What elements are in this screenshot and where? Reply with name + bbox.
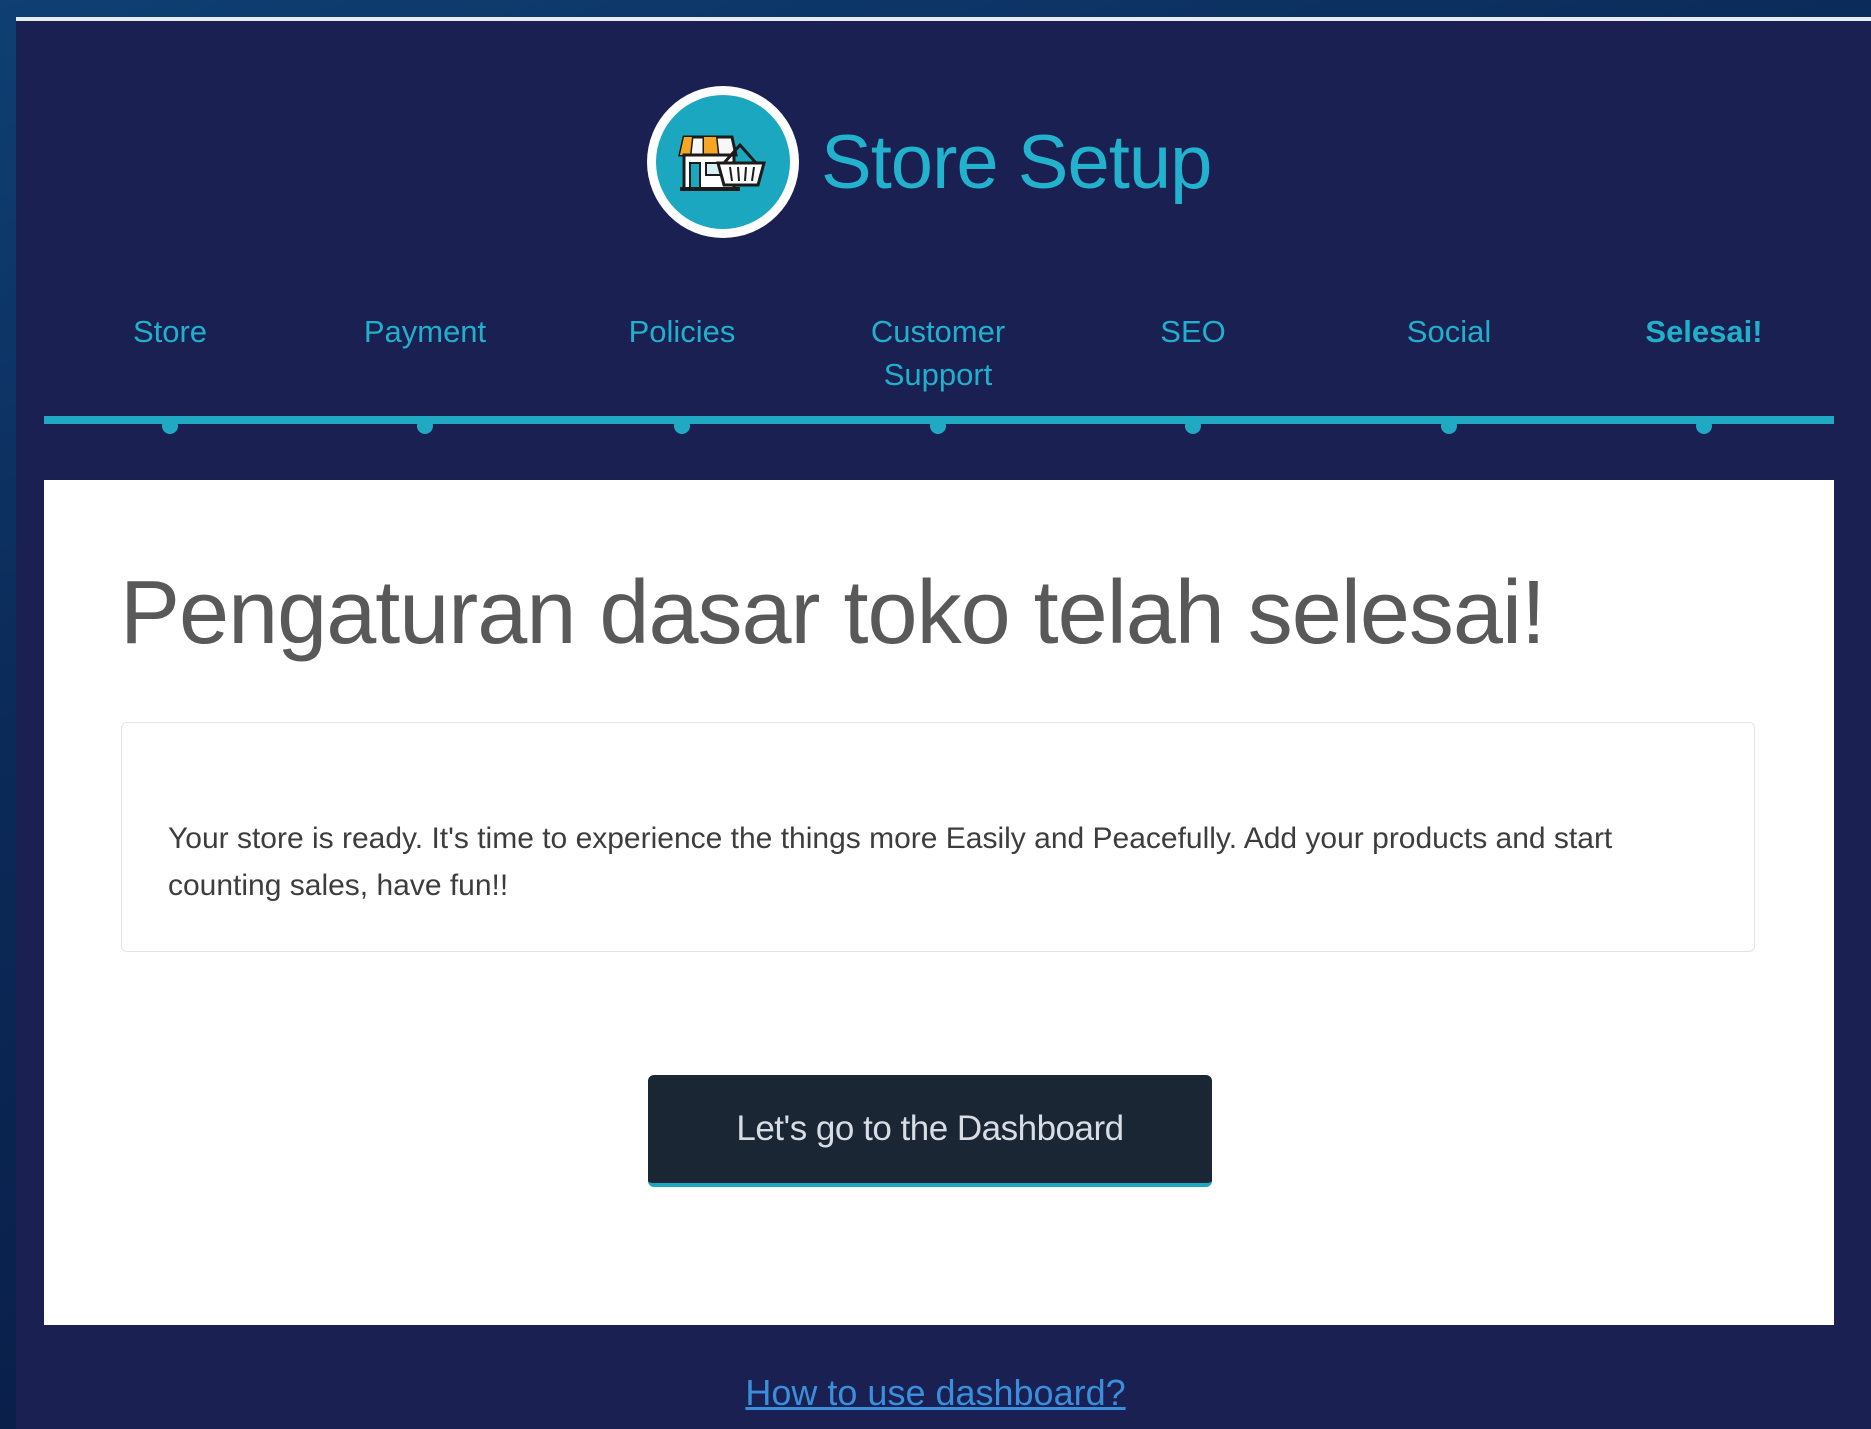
- step-dot: [1441, 418, 1457, 434]
- ready-message: Your store is ready. It's time to experi…: [168, 822, 1613, 902]
- setup-stepper: Store Payment Policies Customer Support …: [44, 310, 1834, 400]
- how-to-use-dashboard-link[interactable]: How to use dashboard?: [0, 1372, 1871, 1414]
- step-dot: [674, 418, 690, 434]
- page-title: Store Setup: [821, 119, 1212, 205]
- completion-heading: Pengaturan dasar toko telah selesai!: [120, 563, 1546, 663]
- go-to-dashboard-button[interactable]: Let's go to the Dashboard: [648, 1075, 1212, 1187]
- brand-header: Store Setup: [647, 80, 1212, 244]
- step-customer-support[interactable]: Customer Support: [828, 310, 1048, 396]
- step-policies[interactable]: Policies: [572, 310, 792, 353]
- step-payment[interactable]: Payment: [315, 310, 535, 353]
- step-dot: [162, 418, 178, 434]
- step-seo[interactable]: SEO: [1083, 310, 1303, 353]
- step-dot: [1185, 418, 1201, 434]
- step-store[interactable]: Store: [60, 310, 280, 353]
- message-box: Your store is ready. It's time to experi…: [121, 722, 1755, 952]
- store-basket-icon: [656, 95, 790, 229]
- step-dot: [930, 418, 946, 434]
- step-dot: [417, 418, 433, 434]
- store-logo: [647, 86, 799, 238]
- step-dot: [1696, 418, 1712, 434]
- step-social[interactable]: Social: [1339, 310, 1559, 353]
- step-selesai[interactable]: Selesai!: [1594, 310, 1814, 353]
